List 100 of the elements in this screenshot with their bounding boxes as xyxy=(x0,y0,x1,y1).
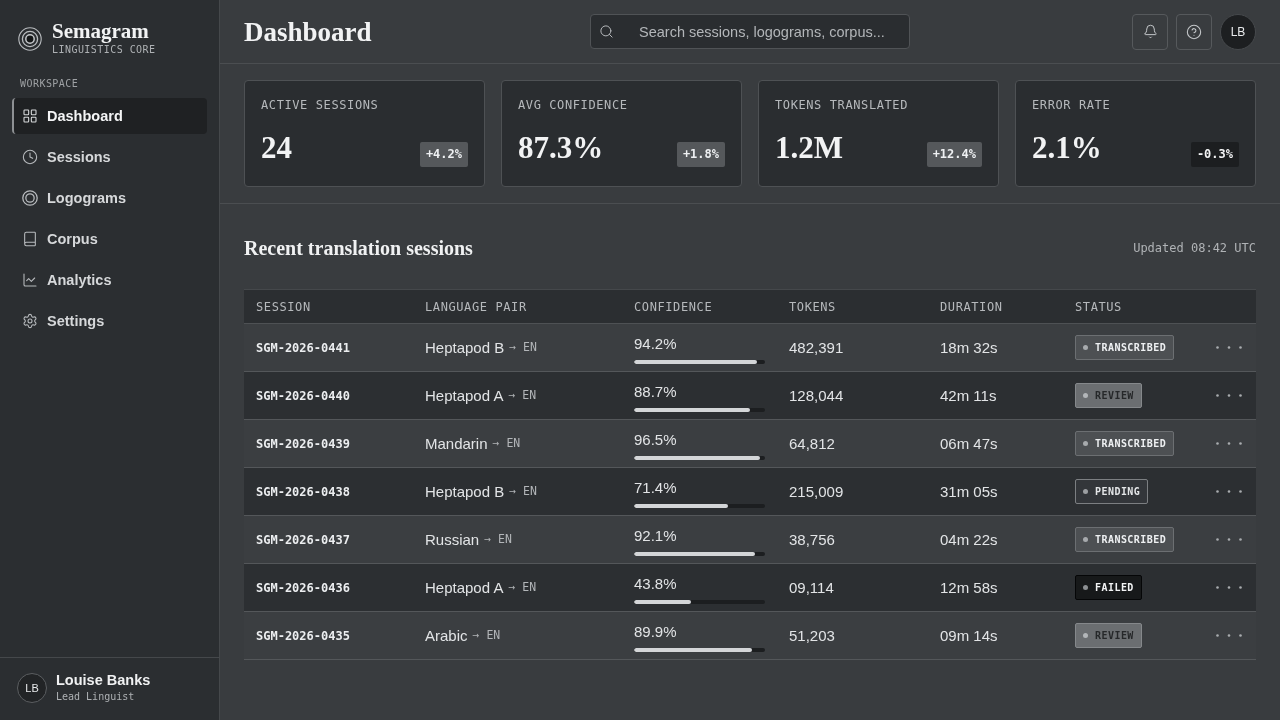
brand-name: Semagram xyxy=(52,21,150,41)
search-icon xyxy=(599,24,614,39)
column-header: TOKENS xyxy=(789,299,836,314)
duration: 09m 14s xyxy=(940,627,998,644)
session-id: SGM-2026-0438 xyxy=(256,484,350,499)
sidebar-item[interactable]: Dashboard xyxy=(12,98,207,134)
bell-icon xyxy=(1142,24,1158,39)
sidebar-item[interactable]: Corpus xyxy=(12,221,207,257)
source-language: Heptapod B xyxy=(425,483,505,500)
stat-value: 1.2M xyxy=(775,129,843,167)
stat-change: +4.2% xyxy=(419,142,468,167)
notifications-button[interactable] xyxy=(1132,13,1168,50)
source-language: Arabic xyxy=(425,627,468,644)
sidebar-item[interactable]: Settings xyxy=(12,303,207,339)
user-name: Louise Banks xyxy=(56,672,151,689)
target-language: → EN xyxy=(492,436,521,450)
confidence-value: 89.9% xyxy=(634,622,677,641)
status-dot-icon xyxy=(1083,585,1088,590)
status-label: TRANSCRIBED xyxy=(1095,438,1167,449)
confidence-value: 92.1% xyxy=(634,526,677,545)
token-count: 38,756 xyxy=(789,531,835,548)
line-chart-icon xyxy=(22,272,38,288)
stat-label: TOKENS TRANSLATED xyxy=(775,98,910,112)
status-label: TRANSCRIBED xyxy=(1095,534,1167,545)
status-dot-icon xyxy=(1083,489,1088,494)
duration: 18m 32s xyxy=(940,339,998,356)
status-dot-icon xyxy=(1083,441,1088,446)
brand-tagline: LINGUISTICS CORE xyxy=(52,44,156,56)
confidence-value: 96.5% xyxy=(634,430,677,449)
stat-label: ACTIVE SESSIONS xyxy=(261,98,380,112)
sidebar-item[interactable]: Logograms xyxy=(12,180,207,216)
duration: 12m 58s xyxy=(940,579,998,596)
source-language: Heptapod A xyxy=(425,579,504,596)
stat-value: 24 xyxy=(261,129,292,167)
column-header: DURATION xyxy=(940,299,1003,314)
rings-icon xyxy=(22,190,38,206)
more-icon xyxy=(1216,538,1242,541)
updated-time: Updated 08:42 UTC xyxy=(1133,241,1256,255)
more-icon xyxy=(1216,442,1242,445)
duration: 06m 47s xyxy=(940,435,998,452)
user-avatar[interactable]: LB xyxy=(1220,13,1256,50)
help-button[interactable] xyxy=(1176,13,1212,50)
session-id: SGM-2026-0440 xyxy=(256,388,350,403)
token-count: 215,009 xyxy=(789,483,844,500)
column-header: CONFIDENCE xyxy=(634,299,713,314)
user-role: Lead Linguist xyxy=(56,691,136,703)
status-label: TRANSCRIBED xyxy=(1095,342,1167,353)
status-dot-icon xyxy=(1083,633,1088,638)
duration: 31m 05s xyxy=(940,483,998,500)
stat-value: 2.1% xyxy=(1032,129,1102,167)
settings-icon xyxy=(22,313,38,329)
stat-change: +12.4% xyxy=(926,142,982,167)
token-count: 51,203 xyxy=(789,627,835,644)
more-icon xyxy=(1216,634,1242,637)
source-language: Mandarin xyxy=(425,435,488,452)
status-dot-icon xyxy=(1083,537,1088,542)
target-language: → EN xyxy=(508,388,537,402)
duration: 42m 11s xyxy=(940,387,997,404)
clock-icon xyxy=(22,149,38,165)
sidebar-item[interactable]: Analytics xyxy=(12,262,207,298)
search-field[interactable]: Search sessions, logograms, corpus... xyxy=(590,14,910,49)
token-count: 482,391 xyxy=(789,339,844,356)
token-count: 128,044 xyxy=(789,387,844,404)
more-icon xyxy=(1216,586,1242,589)
section-title: Recent translation sessions xyxy=(244,236,473,260)
source-language: Heptapod B xyxy=(425,339,505,356)
target-language: → EN xyxy=(508,580,537,594)
confidence-value: 43.8% xyxy=(634,574,677,593)
sidebar-item[interactable]: Sessions xyxy=(12,139,207,175)
stat-change: +1.8% xyxy=(676,142,725,167)
status-label: REVIEW xyxy=(1095,390,1134,401)
nav-section-label: WORKSPACE xyxy=(20,78,80,90)
status-label: REVIEW xyxy=(1095,630,1134,641)
grid-icon xyxy=(22,108,38,124)
status-label: PENDING xyxy=(1095,486,1141,497)
more-icon xyxy=(1216,394,1242,397)
target-language: → EN xyxy=(509,340,537,354)
status-label: FAILED xyxy=(1095,582,1134,593)
session-id: SGM-2026-0437 xyxy=(256,532,350,547)
more-icon xyxy=(1216,490,1242,493)
duration: 04m 22s xyxy=(940,531,998,548)
token-count: 64,812 xyxy=(789,435,835,452)
session-id: SGM-2026-0436 xyxy=(256,580,350,595)
user-avatar: LB xyxy=(17,672,47,703)
session-id: SGM-2026-0435 xyxy=(256,628,350,643)
stat-label: AVG CONFIDENCE xyxy=(518,98,629,112)
confidence-value: 71.4% xyxy=(634,478,677,497)
help-icon xyxy=(1186,23,1202,40)
token-count: 09,114 xyxy=(789,579,834,596)
source-language: Russian xyxy=(425,531,480,548)
logo-icon xyxy=(18,26,42,51)
session-id: SGM-2026-0441 xyxy=(256,340,350,355)
session-id: SGM-2026-0439 xyxy=(256,436,350,451)
confidence-value: 94.2% xyxy=(634,334,677,353)
confidence-value: 88.7% xyxy=(634,382,677,401)
more-icon xyxy=(1216,346,1242,349)
stat-label: ERROR RATE xyxy=(1032,98,1112,112)
stat-change: -0.3% xyxy=(1190,142,1239,167)
target-language: → EN xyxy=(472,628,501,642)
status-dot-icon xyxy=(1083,345,1088,350)
